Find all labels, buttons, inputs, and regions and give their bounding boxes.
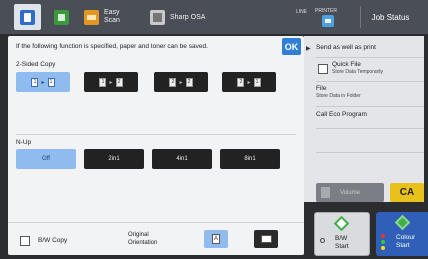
- orientation-label-line2: Orientation: [128, 240, 158, 246]
- job-status-button[interactable]: Job Status: [360, 6, 420, 28]
- bw-start-label: B/W Start: [335, 235, 349, 251]
- section-divider: [16, 134, 296, 135]
- empty-slot: [316, 152, 424, 176]
- clear-all-button[interactable]: CA: [390, 183, 424, 202]
- tab-document-filing[interactable]: [54, 4, 69, 30]
- easy-scan-label-line2: Scan: [104, 17, 120, 24]
- duplex-from-page: 2: [169, 77, 177, 87]
- easy-scan-label-line1: Easy: [104, 9, 120, 16]
- file-item[interactable]: File Store Data in Folder: [316, 81, 424, 103]
- copy-icon: [20, 9, 35, 25]
- sharp-osa-label: Sharp OSA: [170, 13, 206, 21]
- two-sided-option-2-to-1[interactable]: 2 ▸ 1: [222, 72, 276, 92]
- tab-copy[interactable]: [14, 4, 41, 30]
- orientation-portrait-button[interactable]: A: [204, 230, 228, 248]
- panel-description: If the following function is specified, …: [16, 43, 208, 50]
- bw-copy-label: B/W Copy: [38, 237, 68, 244]
- arrow-right-icon: ▸: [41, 79, 45, 86]
- two-to-one-icon: 2 ▸ 1: [237, 77, 261, 87]
- two-sided-copy-label: 2-Sided Copy: [16, 61, 56, 68]
- bw-copy-checkbox[interactable]: [20, 236, 30, 246]
- start-diamond-icon: [394, 214, 411, 231]
- bw-start-line2: Start: [335, 243, 349, 250]
- document-filing-icon: [54, 9, 69, 25]
- call-eco-program-item[interactable]: Call Eco Program: [316, 106, 424, 126]
- printer-icon[interactable]: [322, 15, 334, 27]
- two-to-two-icon: 2 ▸ 2: [169, 77, 193, 87]
- tab-easy-scan[interactable]: Easy Scan: [84, 4, 120, 30]
- file-title: File: [316, 85, 327, 92]
- send-as-well-as-print-item[interactable]: Send as well as print: [316, 41, 424, 57]
- orientation-label-line1: Original: [128, 232, 149, 238]
- easy-scan-label: Easy Scan: [104, 9, 120, 25]
- orientation-landscape-button[interactable]: [254, 230, 278, 248]
- colour-start-line2: Start: [396, 242, 410, 249]
- portrait-page-icon: A: [212, 234, 220, 244]
- volume-button[interactable]: Volume: [316, 183, 384, 202]
- duplex-to-page: 1: [47, 77, 55, 87]
- arrow-right-icon: ▸: [179, 79, 183, 86]
- n-up-option-8in1[interactable]: 8in1: [220, 149, 280, 169]
- duplex-from-page: 1: [31, 77, 39, 87]
- one-to-two-icon: 1 ▸ 2: [99, 77, 123, 87]
- top-bar: Easy Scan Sharp OSA LINE PRINTER Job Sta…: [0, 0, 428, 34]
- n-up-option-off[interactable]: Off: [16, 149, 76, 169]
- bw-start-button[interactable]: B/W Start: [314, 212, 370, 256]
- quick-file-checkbox[interactable]: [318, 64, 328, 74]
- n-up-option-4in1[interactable]: 4in1: [152, 149, 212, 169]
- arrow-right-icon: ▸: [247, 79, 251, 86]
- bottom-options-row: B/W Copy Original Orientation A: [8, 222, 304, 255]
- yellow-indicator-icon: [381, 246, 385, 250]
- original-orientation-label: Original Orientation: [128, 231, 157, 247]
- file-subtitle: Store Data in Folder: [316, 93, 361, 99]
- colour-start-line1: Colour: [396, 234, 416, 241]
- n-up-option-2in1[interactable]: 2in1: [84, 149, 144, 169]
- quick-file-subtitle: Store Data Temporarily: [332, 69, 384, 75]
- two-sided-option-1-to-1[interactable]: 1 ▸ 1: [16, 72, 70, 92]
- bw-indicator-icon: [320, 238, 325, 243]
- duplex-to-page: 2: [115, 77, 123, 87]
- colour-start-label: Colour Start: [396, 234, 415, 250]
- duplex-to-page: 2: [185, 77, 193, 87]
- landscape-page-icon: [260, 235, 272, 243]
- empty-slot: [316, 128, 424, 152]
- quick-file-item[interactable]: Quick File Store Data Temporarily: [316, 57, 424, 79]
- green-indicator-icon: [381, 240, 385, 244]
- two-sided-option-1-to-2[interactable]: 1 ▸ 2: [84, 72, 138, 92]
- duplex-from-page: 1: [99, 77, 107, 87]
- eco-settings-panel: If the following function is specified, …: [8, 36, 304, 255]
- arrow-right-icon: ▸: [109, 79, 113, 86]
- quick-file-title: Quick File: [332, 61, 361, 68]
- duplex-from-page: 2: [237, 77, 245, 87]
- sharp-osa-icon: [150, 9, 165, 25]
- one-to-one-icon: 1 ▸ 1: [31, 77, 55, 87]
- start-diamond-icon: [333, 215, 350, 232]
- bw-start-line1: B/W: [335, 235, 348, 242]
- n-up-label: N-Up: [16, 139, 32, 146]
- duplex-to-page: 1: [253, 77, 261, 87]
- right-function-panel: ▶ Send as well as print Quick File Store…: [304, 36, 424, 202]
- colour-start-button[interactable]: Colour Start: [376, 212, 428, 256]
- send-as-well-as-print-label: Send as well as print: [316, 44, 376, 51]
- expand-arrow-icon[interactable]: ▶: [306, 45, 311, 52]
- ok-button[interactable]: OK: [282, 38, 301, 55]
- tab-sharp-osa[interactable]: Sharp OSA: [150, 4, 205, 30]
- call-eco-program-label: Call Eco Program: [316, 111, 367, 118]
- two-sided-option-2-to-2[interactable]: 2 ▸ 2: [154, 72, 208, 92]
- red-indicator-icon: [381, 234, 385, 238]
- easy-scan-icon: [84, 9, 99, 25]
- line-status-label: LINE: [296, 9, 308, 15]
- printer-status-label: PRINTER: [315, 8, 337, 14]
